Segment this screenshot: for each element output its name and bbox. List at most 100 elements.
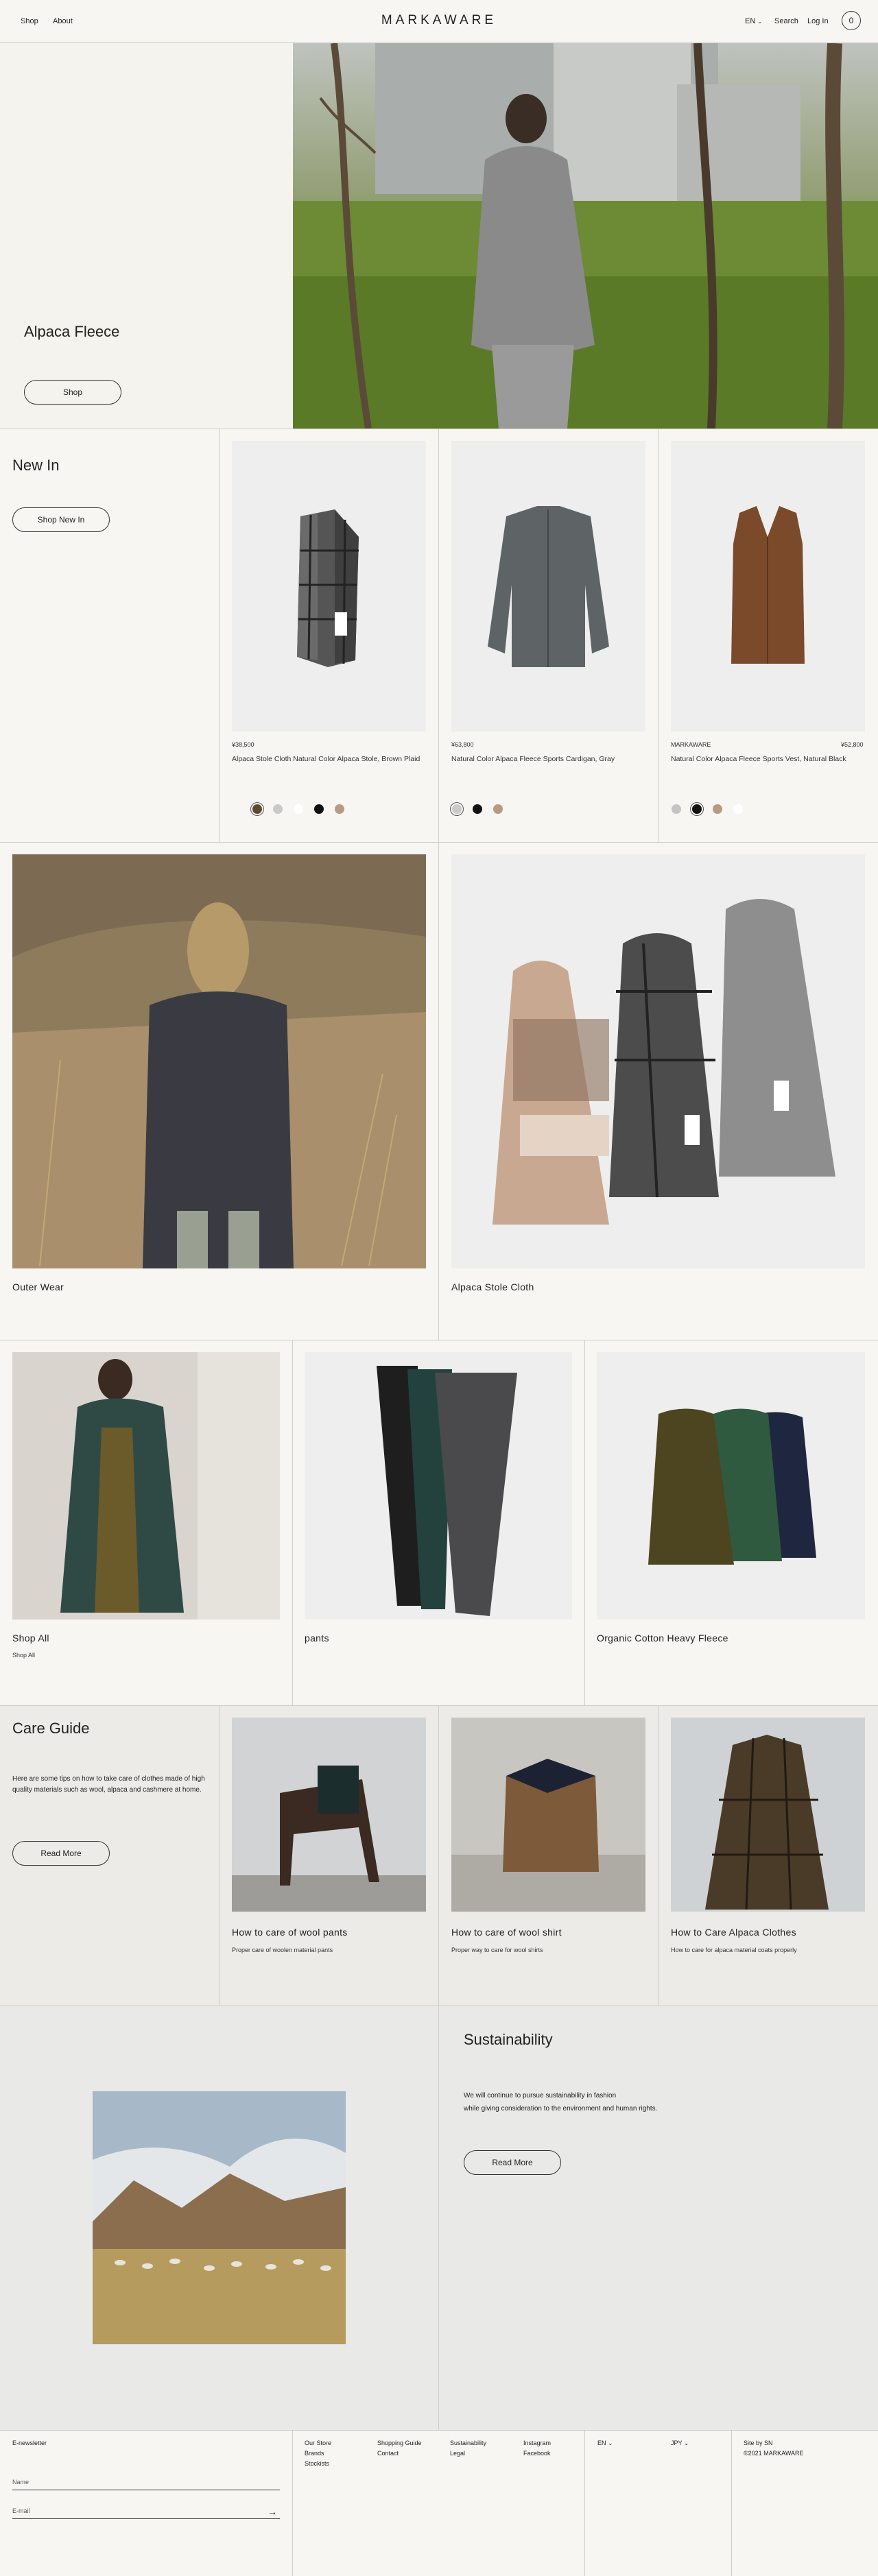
language-selector[interactable]: EN ⌄	[745, 17, 762, 25]
care-article-sub: How to care for alpaca material coats pr…	[671, 1947, 797, 1953]
footer-language-selector[interactable]: EN ⌄	[597, 2440, 613, 2447]
stole-illustration	[297, 509, 359, 667]
chevron-down-icon: ⌄	[608, 2440, 613, 2446]
care-guide-section: Care Guide Here are some tips on how to …	[0, 1706, 878, 2006]
hero-shop-button[interactable]: Shop	[24, 380, 121, 405]
heavy-fleece-image[interactable]	[597, 1352, 865, 1620]
categories-section: Shop All Shop All pants Organic Cotton H…	[0, 1340, 878, 1705]
alpaca-stole-caption[interactable]: Alpaca Stole Cloth	[451, 1281, 534, 1292]
care-article-image-pants[interactable]	[232, 1718, 426, 1912]
product-name[interactable]: Natural Color Alpaca Fleece Sports Vest,…	[671, 753, 863, 765]
footer-link-sustainability[interactable]: Sustainability	[450, 2440, 486, 2446]
sustainability-read-more-button[interactable]: Read More	[464, 2150, 561, 2175]
product-price: ¥38,500	[232, 741, 254, 748]
care-guide-read-more-button[interactable]: Read More	[12, 1841, 110, 1866]
care-article-image-alpaca[interactable]	[671, 1718, 865, 1912]
care-article-title[interactable]: How to Care Alpaca Clothes	[671, 1927, 796, 1938]
chevron-down-icon: ⌄	[683, 2440, 689, 2446]
color-swatch-beige[interactable]	[335, 804, 344, 814]
color-swatch-beige[interactable]	[493, 804, 503, 814]
footer-link-shopping-guide[interactable]: Shopping Guide	[377, 2440, 422, 2446]
new-in-section: New In Shop New In ¥38,500 Alpaca Stole …	[0, 429, 878, 842]
hero-title: Alpaca Fleece	[24, 323, 120, 340]
stoles-illustration	[493, 899, 835, 1225]
color-swatch-gray[interactable]	[452, 804, 462, 814]
newsletter-email-input[interactable]	[12, 2518, 280, 2519]
shop-new-in-button[interactable]: Shop New In	[12, 507, 110, 532]
basket-illustration	[451, 1718, 645, 1912]
color-swatch-white[interactable]	[733, 804, 743, 814]
hero-photo-illustration	[293, 43, 878, 429]
language-label: EN	[745, 17, 756, 25]
footer-link-stockists[interactable]: Stockists	[305, 2460, 329, 2467]
pants-caption[interactable]: pants	[305, 1633, 329, 1644]
care-article-image-shirt[interactable]	[451, 1718, 645, 1912]
shop-all-image[interactable]	[12, 1352, 280, 1620]
footer-currency-selector[interactable]: JPY ⌄	[671, 2440, 689, 2447]
color-swatch-brown[interactable]	[252, 804, 262, 814]
hoodies-illustration	[648, 1408, 816, 1565]
color-swatch-black[interactable]	[692, 804, 702, 814]
cart-button[interactable]: 0	[842, 11, 861, 30]
coat-illustration	[671, 1718, 865, 1912]
care-article-title[interactable]: How to care of wool pants	[232, 1927, 348, 1938]
sustainability-image[interactable]	[93, 2091, 346, 2344]
color-swatch-beige[interactable]	[713, 804, 722, 814]
site-footer: E-newsletter Name E-mail → Our Store Bra…	[0, 2431, 878, 2576]
product-name[interactable]: Alpaca Stole Cloth Natural Color Alpaca …	[232, 753, 424, 765]
footer-credit[interactable]: Site by SN	[744, 2440, 773, 2446]
color-swatch-gray[interactable]	[273, 804, 283, 814]
footer-link-legal[interactable]: Legal	[450, 2450, 465, 2457]
product-brand: MARKAWARE	[671, 741, 711, 748]
login-link[interactable]: Log In	[807, 17, 829, 25]
care-article-title[interactable]: How to care of wool shirt	[451, 1927, 562, 1938]
sustainability-text-line: while giving consideration to the enviro…	[464, 2105, 658, 2112]
shop-all-sub[interactable]: Shop All	[12, 1652, 35, 1659]
sustainability-text-line: We will continue to pursue sustainabilit…	[464, 2092, 617, 2099]
outer-wear-image[interactable]	[12, 854, 426, 1268]
chevron-down-icon: ⌄	[757, 19, 763, 25]
footer-link-our-store[interactable]: Our Store	[305, 2440, 331, 2446]
outer-wear-caption[interactable]: Outer Wear	[12, 1281, 64, 1292]
footer-link-instagram[interactable]: Instagram	[523, 2440, 551, 2446]
landscape-illustration	[93, 2091, 346, 2344]
cardigan-illustration	[488, 506, 609, 667]
features-section: Outer Wear Alpaca Stole Cloth	[0, 843, 878, 1340]
submit-arrow-icon[interactable]: →	[268, 2506, 277, 2517]
product-name[interactable]: Natural Color Alpaca Fleece Sports Cardi…	[451, 753, 643, 765]
color-swatch-white[interactable]	[294, 804, 303, 814]
product-image-stole[interactable]	[232, 441, 426, 732]
alpaca-stole-image[interactable]	[451, 854, 865, 1268]
footer-link-facebook[interactable]: Facebook	[523, 2450, 551, 2457]
care-article-sub: Proper way to care for wool shirts	[451, 1947, 543, 1953]
hero-image[interactable]	[293, 43, 878, 429]
footer-link-brands[interactable]: Brands	[305, 2450, 324, 2457]
product-image-cardigan[interactable]	[451, 441, 645, 732]
shop-all-illustration	[12, 1352, 280, 1620]
shop-all-caption[interactable]: Shop All	[12, 1633, 49, 1644]
footer-link-contact[interactable]: Contact	[377, 2450, 399, 2457]
product-price: ¥63,800	[451, 741, 474, 748]
sustainability-text: We will continue to pursue sustainabilit…	[464, 2089, 657, 2115]
color-swatch-black[interactable]	[473, 804, 482, 814]
care-guide-title: Care Guide	[12, 1720, 90, 1737]
sustainability-title: Sustainability	[464, 2031, 553, 2048]
color-swatch-gray[interactable]	[672, 804, 681, 814]
newsletter-name-label: Name	[12, 2479, 29, 2485]
product-image-vest[interactable]	[671, 441, 865, 732]
product-price: ¥52,800	[841, 741, 864, 748]
hero-text-panel: Alpaca Fleece Shop	[0, 43, 292, 429]
cart-count: 0	[849, 16, 854, 25]
footer-copyright: ©2021 MARKAWARE	[744, 2450, 804, 2457]
newsletter-title: E-newsletter	[12, 2440, 47, 2446]
care-article-sub: Proper care of woolen material pants	[232, 1947, 333, 1953]
search-link[interactable]: Search	[774, 17, 798, 25]
heavy-fleece-caption[interactable]: Organic Cotton Heavy Fleece	[597, 1633, 728, 1644]
care-guide-text: Here are some tips on how to take care o…	[12, 1775, 205, 1794]
color-swatch-black[interactable]	[314, 804, 324, 814]
pants-image[interactable]	[305, 1352, 572, 1620]
chair-illustration	[232, 1718, 426, 1912]
pants-illustration	[377, 1366, 517, 1616]
footer-language-label: EN	[597, 2440, 606, 2446]
site-header: Shop About MARKAWARE EN ⌄ Search Log In …	[0, 0, 878, 43]
